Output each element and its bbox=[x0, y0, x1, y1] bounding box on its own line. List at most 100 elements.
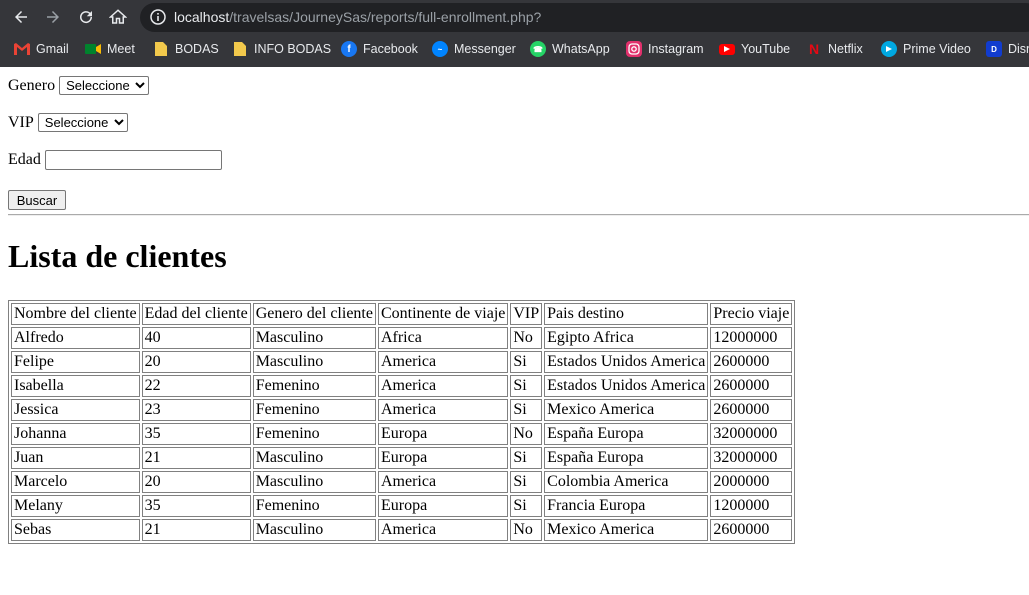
instagram-icon bbox=[626, 41, 642, 57]
edad-label: Edad bbox=[8, 151, 41, 168]
reload-icon[interactable] bbox=[74, 5, 98, 29]
home-icon[interactable] bbox=[106, 5, 130, 29]
table-row: Juan 21 Masculino Europa Si España Europa 3200… bbox=[11, 447, 793, 469]
buscar-button[interactable]: Buscar bbox=[8, 190, 66, 210]
table-cell: Femenino bbox=[252, 423, 376, 445]
bookmark-label: Instagram bbox=[648, 42, 704, 56]
table-cell: Felipe bbox=[11, 351, 140, 373]
bookmark-label: Gmail bbox=[36, 42, 69, 56]
table-header-cell: Continente de viaje bbox=[377, 303, 509, 325]
table-cell: Egipto Africa bbox=[544, 327, 709, 349]
table-cell: 2600000 bbox=[710, 375, 793, 397]
bookmark-bodas[interactable]: BODAS bbox=[153, 37, 219, 61]
bookmark-facebook[interactable]: f Facebook bbox=[341, 37, 418, 61]
table-cell: Johanna bbox=[11, 423, 140, 445]
bookmark-label: Facebook bbox=[363, 42, 418, 56]
bookmark-label: Meet bbox=[107, 42, 135, 56]
table-row: Isabella 22 Femenino America Si Estados Unido… bbox=[11, 375, 793, 397]
bookmark-youtube[interactable]: YouTube bbox=[719, 37, 790, 61]
table-cell: Colombia America bbox=[544, 471, 709, 493]
bookmark-label: YouTube bbox=[741, 42, 791, 56]
table-cell: Masculino bbox=[252, 351, 376, 373]
bookmark-label: Disn bbox=[1008, 42, 1029, 56]
clients-table: Nombre del cliente Edad del cliente Genero… bbox=[8, 300, 796, 544]
bookmark-label: Netflix bbox=[828, 42, 863, 56]
table-cell: 2600000 bbox=[710, 351, 793, 373]
bookmark-prime-video[interactable]: Prime Video bbox=[881, 37, 971, 61]
table-cell: Femenino bbox=[252, 375, 376, 397]
bookmark-whatsapp[interactable]: ☎ WhatsApp bbox=[530, 37, 610, 61]
bookmark-messenger[interactable]: ~ Messenger bbox=[432, 37, 516, 61]
bookmark-label: Messenger bbox=[454, 42, 516, 56]
table-row: Alfredo 40 Masculino Africa No Egipto Africa 1… bbox=[11, 327, 793, 349]
vip-select[interactable]: Seleccione bbox=[37, 113, 128, 132]
table-cell: No bbox=[510, 519, 543, 541]
table-cell: 23 bbox=[141, 399, 251, 421]
table-cell: America bbox=[377, 351, 509, 373]
table-cell: Si bbox=[510, 447, 543, 469]
back-icon[interactable] bbox=[9, 5, 33, 29]
disney-icon: D bbox=[986, 41, 1002, 57]
table-row: Jessica 23 Femenino America Si Mexico America… bbox=[11, 399, 793, 421]
browser-chrome: localhost/travelsas/JourneySas/reports/f… bbox=[0, 0, 1029, 67]
url-path: /travelsas/JourneySas/reports/full-enrol… bbox=[229, 9, 542, 25]
genero-label: Genero bbox=[8, 76, 56, 94]
table-header-cell: Precio viaje bbox=[710, 303, 793, 325]
address-bar[interactable]: localhost/travelsas/JourneySas/reports/f… bbox=[140, 3, 1029, 32]
table-cell: Europa bbox=[377, 423, 509, 445]
bookmark-instagram[interactable]: Instagram bbox=[626, 37, 704, 61]
genero-select[interactable]: Seleccione bbox=[59, 76, 150, 95]
forward-icon[interactable] bbox=[41, 5, 65, 29]
table-row: Johanna 35 Femenino Europa No España Europa 32… bbox=[11, 423, 793, 445]
table-cell: Si bbox=[510, 351, 543, 373]
url-text[interactable]: localhost/travelsas/JourneySas/reports/f… bbox=[174, 9, 541, 25]
table-cell: Masculino bbox=[252, 327, 376, 349]
table-cell: España Europa bbox=[544, 447, 709, 469]
table-row: Felipe 20 Masculino America Si Estados Unidos… bbox=[11, 351, 793, 373]
bookmark-label: WhatsApp bbox=[552, 42, 610, 56]
whatsapp-icon: ☎ bbox=[530, 41, 546, 57]
table-cell: 35 bbox=[141, 495, 251, 517]
info-icon[interactable] bbox=[150, 9, 166, 25]
table-cell: Femenino bbox=[252, 495, 376, 517]
table-cell: Marcelo bbox=[11, 471, 140, 493]
bookmark-info-bodas[interactable]: INFO BODAS bbox=[232, 37, 331, 61]
bookmark-label: INFO BODAS bbox=[254, 42, 332, 56]
bookmark-gmail[interactable]: Gmail bbox=[14, 37, 69, 61]
prime-video-icon bbox=[881, 41, 897, 57]
bookmark-meet[interactable]: Meet bbox=[85, 37, 135, 61]
table-cell: Europa bbox=[377, 447, 509, 469]
table-row: Marcelo 20 Masculino America Si Colombia Amer… bbox=[11, 471, 793, 493]
table-header-cell: Edad del cliente bbox=[141, 303, 251, 325]
bookmark-netflix[interactable]: N Netflix bbox=[806, 37, 863, 61]
bookmark-label: Prime Video bbox=[903, 42, 971, 56]
table-cell: Juan bbox=[11, 447, 140, 469]
table-cell: 20 bbox=[141, 471, 251, 493]
table-cell: America bbox=[377, 399, 509, 421]
table-cell: Estados Unidos America bbox=[544, 351, 709, 373]
meet-icon bbox=[85, 41, 101, 57]
bookmark-label: BODAS bbox=[175, 42, 219, 56]
table-cell: 2600000 bbox=[710, 519, 793, 541]
table-cell: America bbox=[377, 375, 509, 397]
page-title: Lista de clientes bbox=[8, 238, 227, 274]
browser-toolbar: localhost/travelsas/JourneySas/reports/f… bbox=[0, 0, 1029, 35]
table-cell: Si bbox=[510, 495, 543, 517]
table-header-cell: Nombre del cliente bbox=[11, 303, 140, 325]
table-cell: 40 bbox=[141, 327, 251, 349]
table-header-cell: Pais destino bbox=[544, 303, 709, 325]
table-cell: Isabella bbox=[11, 375, 140, 397]
folder-icon bbox=[153, 41, 169, 57]
table-cell: 12000000 bbox=[710, 327, 793, 349]
edad-input[interactable] bbox=[44, 150, 222, 170]
bookmark-disney[interactable]: D Disn bbox=[986, 37, 1029, 61]
bookmarks-bar: Gmail Meet BODAS INFO BODAS f Facebook ~… bbox=[0, 37, 1029, 61]
edad-filter: Edad bbox=[8, 150, 222, 170]
table-cell: Si bbox=[510, 471, 543, 493]
table-cell: Si bbox=[510, 399, 543, 421]
table-cell: America bbox=[377, 471, 509, 493]
genero-filter: Genero Seleccione bbox=[8, 76, 150, 95]
table-cell: Africa bbox=[377, 327, 509, 349]
table-cell: España Europa bbox=[544, 423, 709, 445]
table-cell: Alfredo bbox=[11, 327, 140, 349]
